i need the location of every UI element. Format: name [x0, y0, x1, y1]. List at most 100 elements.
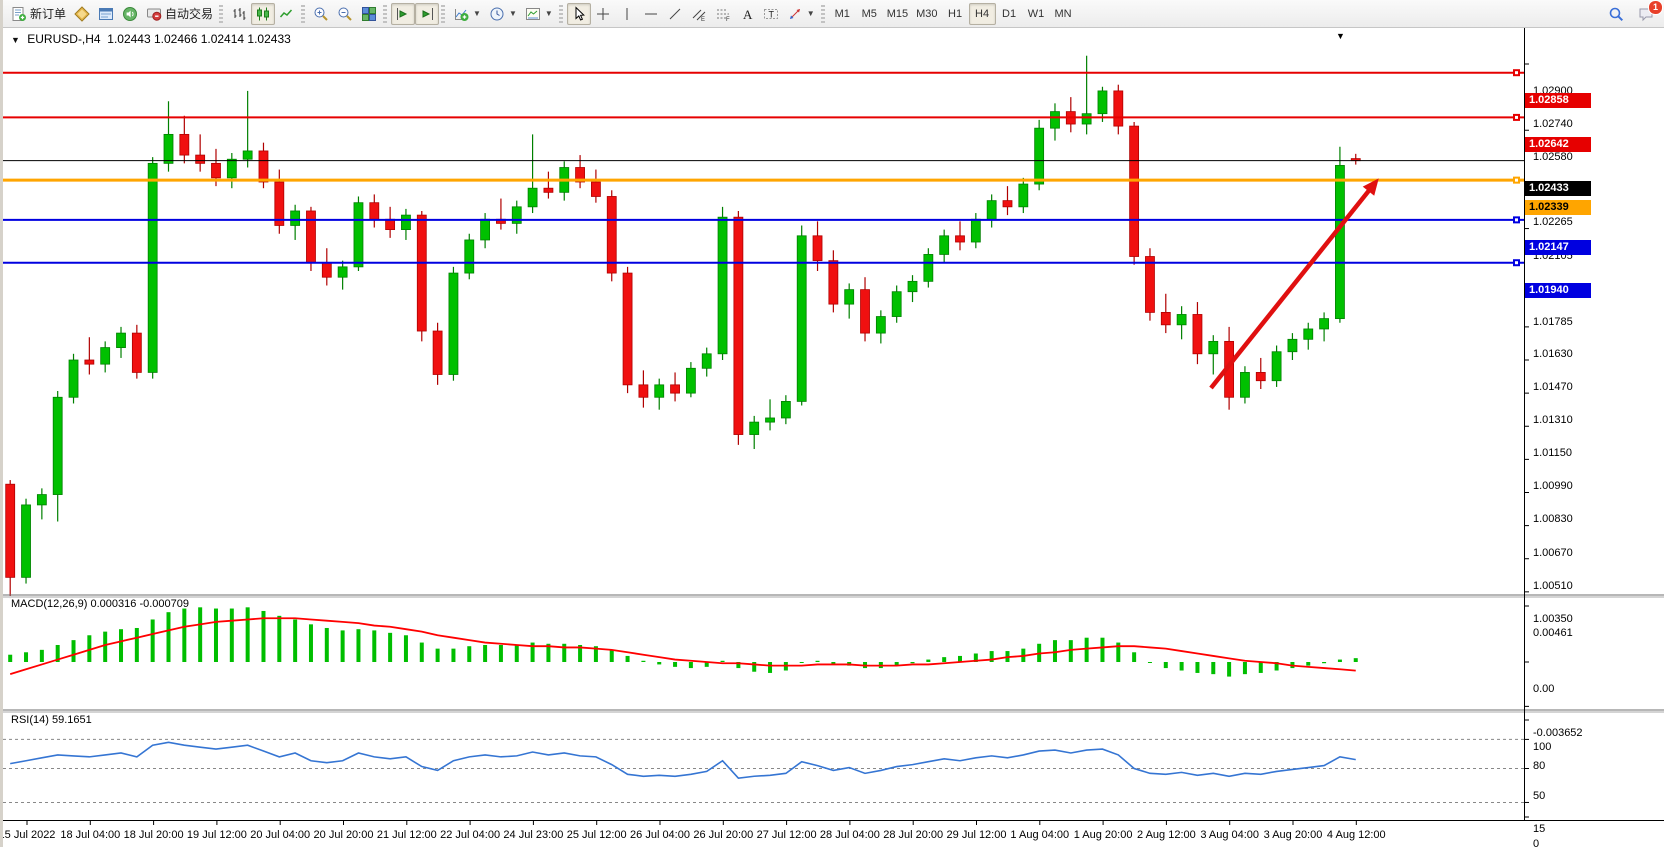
chart-ohlc-values: 1.02443 1.02466 1.02414 1.02433 [107, 32, 291, 46]
templates-button[interactable]: ▼ [521, 3, 557, 25]
candles-chart-icon [255, 6, 271, 22]
line-chart-button[interactable] [275, 3, 299, 25]
toolbar-separator [301, 5, 305, 23]
bull-candle [354, 203, 363, 267]
bear-candle [861, 290, 870, 333]
bull-candle [401, 215, 410, 229]
macd-histogram-bar [214, 609, 218, 662]
periods-button[interactable]: ▼ [485, 3, 521, 25]
chart-shift-button[interactable] [415, 3, 439, 25]
macd-tick-label: 0.00461 [1533, 627, 1573, 639]
price-tick-label: 1.02265 [1533, 216, 1573, 228]
pivot-line-tag: 1.02339 [1525, 200, 1591, 215]
line-chart-icon [279, 6, 295, 22]
data-window-button[interactable] [94, 3, 118, 25]
macd-histogram-bar [610, 650, 614, 662]
equidistant-channel-button[interactable]: E [687, 3, 711, 25]
timeframe-m5[interactable]: M5 [856, 3, 883, 25]
toolbar-separator [219, 5, 223, 23]
text-button[interactable]: A [735, 3, 759, 25]
timeframe-m1[interactable]: M1 [829, 3, 856, 25]
notifications-button[interactable]: 1 [1634, 3, 1658, 25]
dropdown-caret-icon[interactable]: ▼ [473, 9, 481, 18]
bull-candle [1209, 341, 1218, 353]
macd-histogram-bar [673, 662, 677, 667]
macd-histogram-bar [1069, 640, 1073, 662]
bear-candle [6, 484, 15, 577]
zoom-out-icon [337, 6, 353, 22]
vertical-line-button[interactable] [615, 3, 639, 25]
fibonacci-button[interactable]: F [711, 3, 735, 25]
panel-splitter-bar[interactable] [3, 711, 1664, 713]
bull-candle [1320, 319, 1329, 329]
zoom-in-button[interactable] [309, 3, 333, 25]
macd-histogram-bar [119, 629, 123, 662]
trendline-button[interactable] [663, 3, 687, 25]
bear-candle [813, 236, 822, 261]
bull-candle [227, 159, 236, 178]
macd-histogram-bar [1148, 662, 1152, 663]
macd-histogram-bar [1195, 662, 1199, 673]
chart-symbol-period: EURUSD-,H4 [27, 32, 100, 46]
market-watch-icon [74, 6, 90, 22]
price-chart-canvas[interactable] [3, 28, 1664, 847]
new-order-button[interactable]: 新订单 [7, 3, 70, 25]
tile-windows-button[interactable] [357, 3, 381, 25]
search-button[interactable] [1604, 3, 1628, 25]
auto-trading-button[interactable]: 自动交易 [142, 3, 217, 25]
chart-collapse-icon[interactable]: ▼ [11, 35, 20, 45]
bull-candle [101, 348, 110, 365]
bear-candle [639, 385, 648, 397]
indicators-button[interactable]: ▼ [449, 3, 485, 25]
macd-histogram-bar [499, 645, 503, 662]
bear-candle [1003, 201, 1012, 207]
crosshair-button[interactable] [591, 3, 615, 25]
mt4-window: 新订单 自动交易 ▼ ▼ ▼ EFAT ▼ M1M5M15M30H1H4D1W1MN 1 ▼ E… [0, 0, 1664, 847]
cursor-button[interactable] [567, 3, 591, 25]
macd-histogram-bar [1243, 662, 1247, 674]
timeframe-h4[interactable]: H4 [969, 3, 996, 25]
chart-corner-arrow-icon[interactable]: ▼ [1336, 31, 1345, 41]
line-anchor-marker-center [1515, 261, 1518, 264]
rsi-tick-label: 100 [1533, 741, 1551, 753]
auto-scroll-button[interactable] [391, 3, 415, 25]
bull-candle [465, 240, 474, 273]
timeframe-m15[interactable]: M15 [883, 3, 912, 25]
new-order-button-label: 新订单 [30, 5, 66, 22]
rsi-line [10, 742, 1356, 778]
macd-histogram-bar [72, 640, 76, 662]
timeframe-mn[interactable]: MN [1050, 3, 1077, 25]
bull-candle [1082, 114, 1091, 124]
dropdown-caret-icon[interactable]: ▼ [807, 9, 815, 18]
timeframe-m30[interactable]: M30 [912, 3, 941, 25]
dropdown-caret-icon[interactable]: ▼ [545, 9, 553, 18]
market-watch-button[interactable] [70, 3, 94, 25]
bull-candle [971, 219, 980, 242]
sound-button[interactable] [118, 3, 142, 25]
text-label-button[interactable]: T [759, 3, 783, 25]
zoom-out-button[interactable] [333, 3, 357, 25]
bull-candle [1304, 329, 1313, 339]
bull-candle [22, 505, 31, 577]
macd-histogram-bar [768, 662, 772, 673]
bull-candle [481, 219, 490, 240]
macd-histogram-bar [388, 633, 392, 662]
bar-chart-button[interactable] [227, 3, 251, 25]
bear-candle [829, 261, 838, 304]
horizontal-line-button[interactable] [639, 3, 663, 25]
timeframe-h1[interactable]: H1 [942, 3, 969, 25]
timeframe-w1[interactable]: W1 [1023, 3, 1050, 25]
dropdown-caret-icon[interactable]: ▼ [509, 9, 517, 18]
candlestick-chart-button[interactable] [251, 3, 275, 25]
arrows-button[interactable]: ▼ [783, 3, 819, 25]
macd-histogram-bar [1322, 662, 1326, 663]
macd-histogram-bar [451, 649, 455, 662]
bear-candle [211, 163, 220, 177]
crosshair-icon [595, 6, 611, 22]
bear-candle [306, 211, 315, 263]
macd-histogram-bar [800, 662, 804, 663]
panel-splitter-bar[interactable] [3, 596, 1664, 598]
timeframe-d1[interactable]: D1 [996, 3, 1023, 25]
chart-window[interactable]: ▼ EURUSD-,H4 1.02443 1.02466 1.02414 1.0… [3, 28, 1664, 847]
bull-candle [1098, 91, 1107, 114]
